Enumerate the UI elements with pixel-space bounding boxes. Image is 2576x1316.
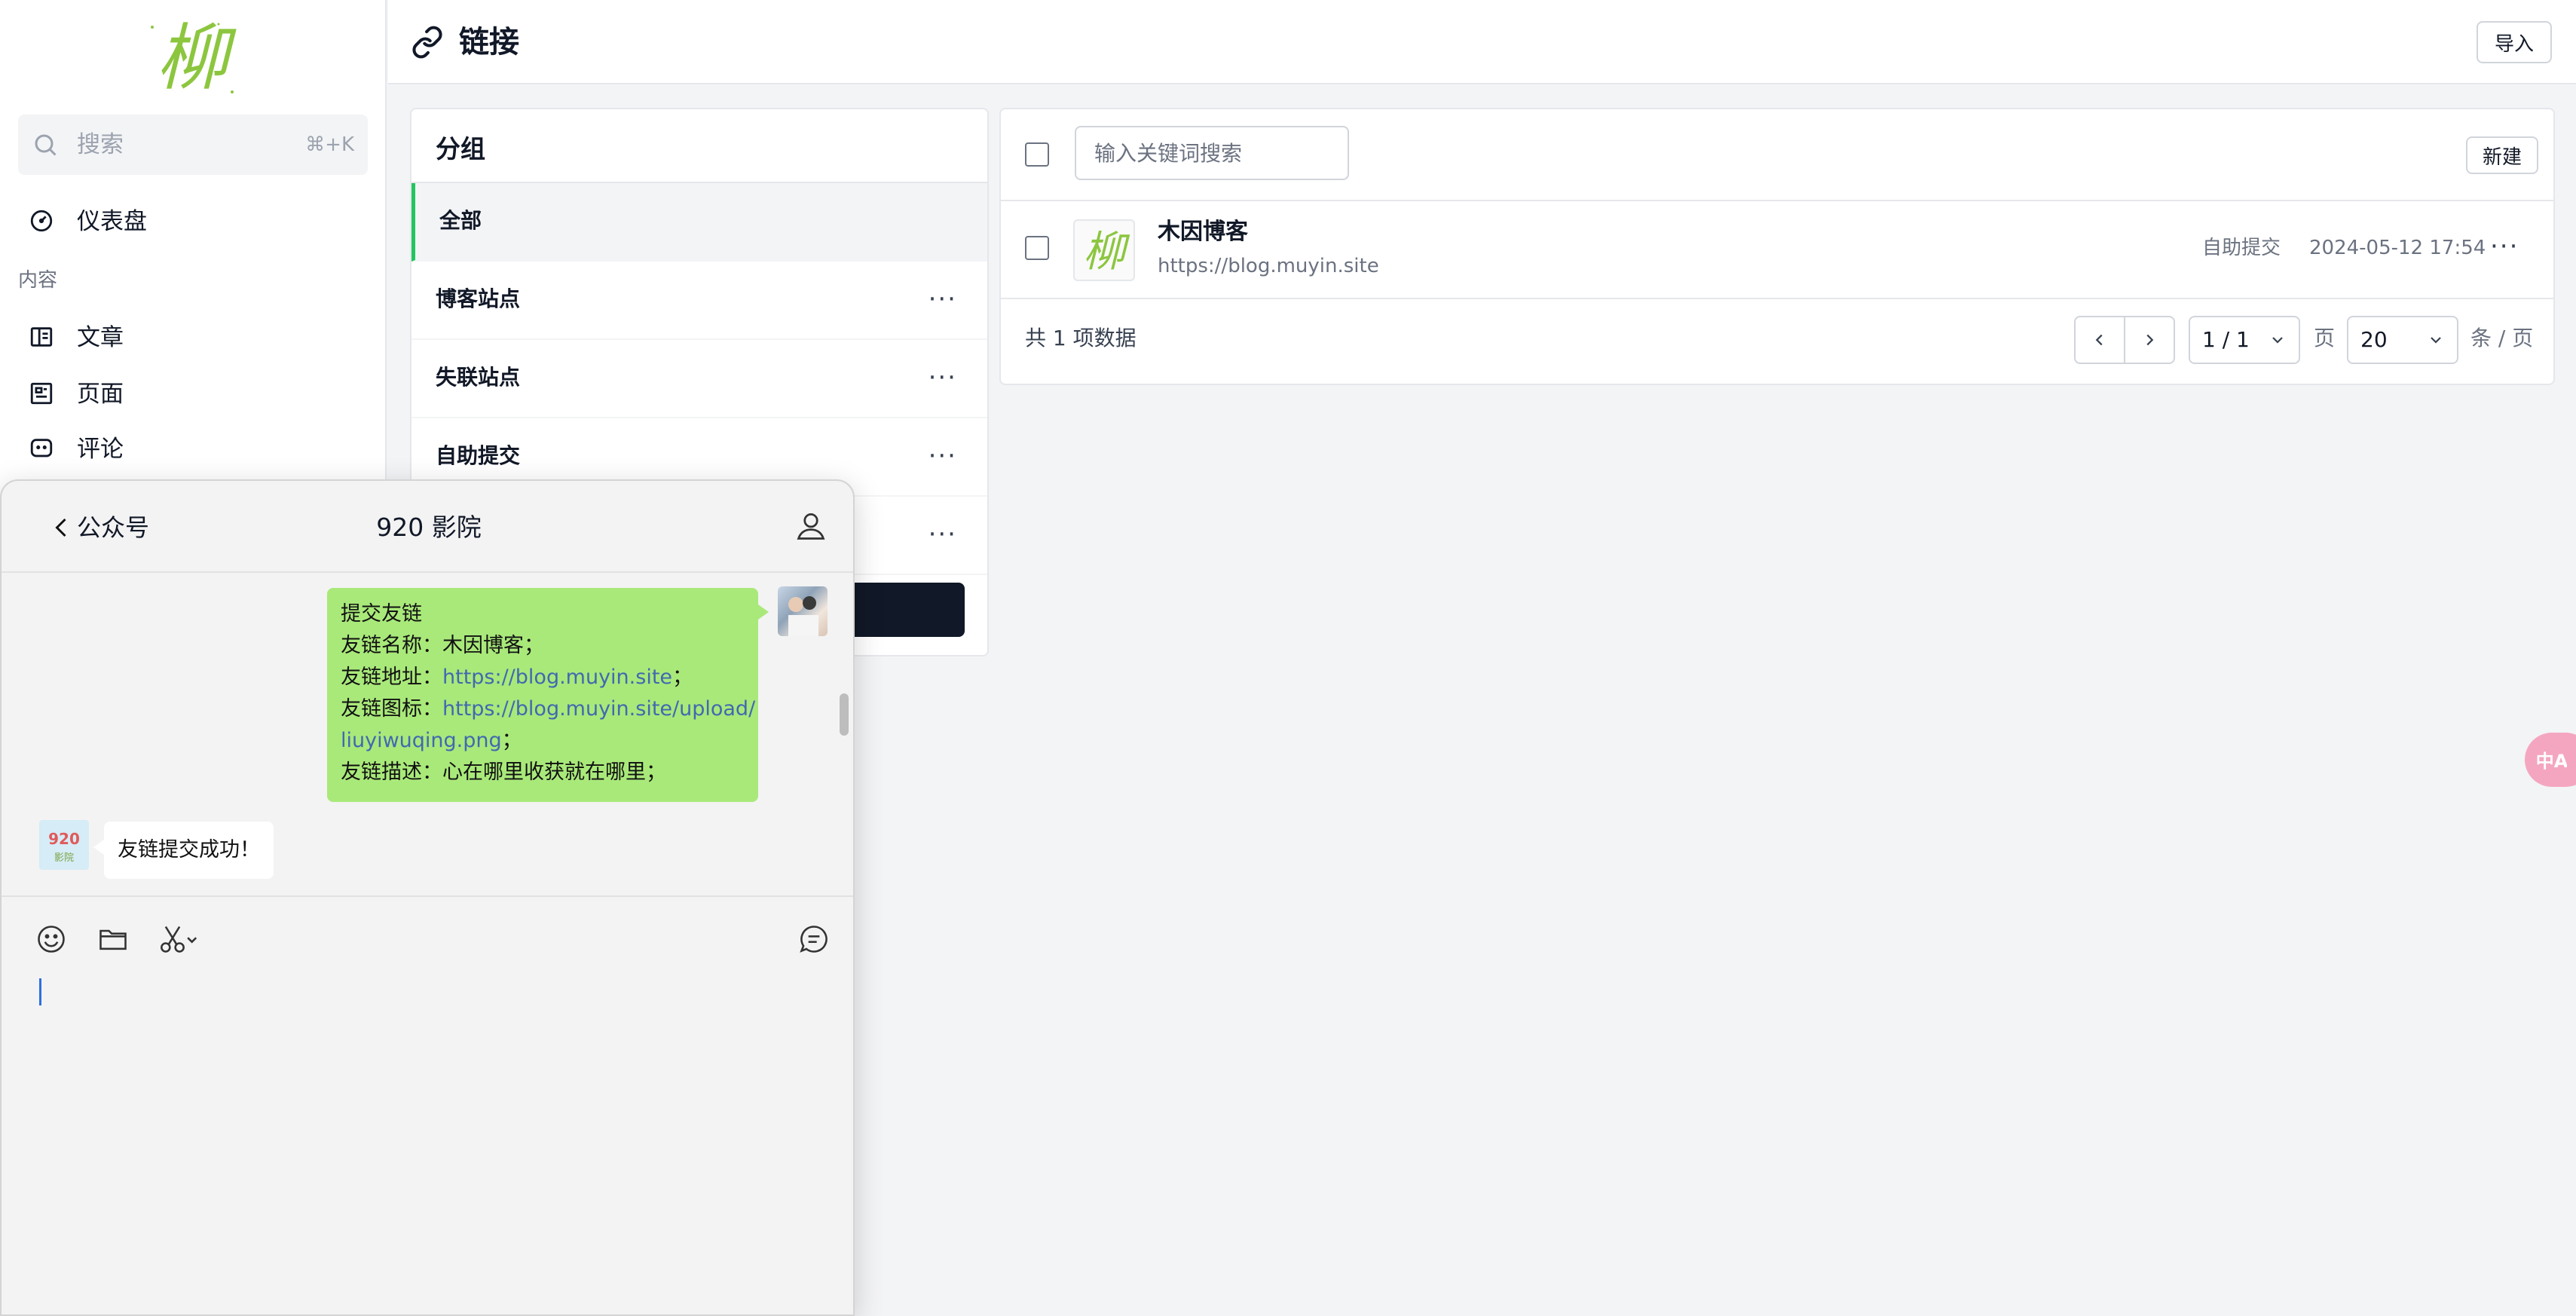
screenshot-scissors-icon[interactable] (157, 923, 205, 956)
comment-icon (29, 436, 54, 461)
nav-label: 评论 (77, 436, 124, 463)
link-logo: 柳 (1073, 219, 1135, 281)
select-all-checkbox[interactable] (1025, 142, 1049, 167)
emoji-icon[interactable] (35, 923, 68, 956)
chevron-down-icon (2269, 331, 2287, 349)
group-label: 博客站点 (436, 286, 521, 311)
link-group: 自助提交 (2202, 237, 2281, 259)
page-header: 链接 (388, 0, 2576, 84)
group-panel-title: 分组 (436, 134, 485, 164)
message-input-caret[interactable] (39, 978, 41, 1005)
link-icon (411, 26, 444, 59)
page-size-value: 20 (2360, 327, 2388, 352)
link-name[interactable]: 木因博客 (1158, 216, 1248, 248)
keyword-search-input[interactable] (1075, 126, 1349, 180)
row-checkbox[interactable] (1025, 236, 1049, 260)
nav-item-pages[interactable]: 页面 (18, 367, 368, 420)
nav-item-posts[interactable]: 文章 (18, 311, 368, 363)
more-icon[interactable]: ··· (929, 441, 957, 471)
divider (1001, 298, 2553, 299)
message-link[interactable]: liuyiwuqing.png (341, 729, 502, 752)
official-account-avatar[interactable]: 920 影院 (39, 820, 89, 870)
wechat-chat-window: 公众号 920 影院 提交友链 友链名称：木因博客； 友链地址：https://… (0, 479, 855, 1316)
page-size-select[interactable]: 20 (2347, 316, 2458, 364)
link-row[interactable]: 柳 木因博客 https://blog.muyin.site 自助提交 2024… (1001, 201, 2553, 298)
total-count: 共 1 项数据 (1025, 326, 1137, 350)
received-message-bubble[interactable]: 友链提交成功！ (93, 822, 274, 879)
my-avatar[interactable] (778, 586, 828, 636)
group-label: 失联站点 (436, 365, 521, 390)
new-link-button[interactable]: 新建 (2466, 136, 2538, 174)
more-icon[interactable]: ··· (2490, 231, 2519, 262)
nav-label: 页面 (77, 381, 124, 408)
chevron-down-icon (2427, 331, 2445, 349)
add-group-button[interactable] (844, 583, 965, 637)
group-item-lost-sites[interactable]: 失联站点 ··· (411, 340, 987, 418)
chevron-right-icon (2141, 332, 2158, 348)
book-icon (29, 324, 54, 350)
chat-header: 公众号 920 影院 (2, 481, 853, 573)
search-shortcut: ⌘+K (305, 133, 354, 156)
nav-section-label: 内容 (18, 269, 58, 292)
dashboard-icon (29, 208, 54, 234)
folder-icon[interactable] (96, 923, 130, 956)
group-label: 全部 (439, 208, 482, 233)
nav-label: 文章 (77, 324, 124, 351)
chat-history-icon[interactable] (797, 923, 831, 956)
profile-icon[interactable] (794, 510, 828, 543)
message-link[interactable]: https://blog.muyin.site/upload/ (442, 697, 755, 721)
page-value: 1 / 1 (2202, 327, 2250, 352)
logo-glyph: 柳 (156, 16, 237, 100)
nav-item-comments[interactable]: 评论 (18, 422, 368, 475)
svg-text:中A: 中A (2537, 751, 2567, 772)
group-label: 自助提交 (436, 443, 521, 468)
message-line: 友链地址：https://blog.muyin.site； (341, 666, 693, 689)
chat-title: 920 影院 (376, 513, 482, 542)
links-panel: 新建 柳 木因博客 https://blog.muyin.site 自助提交 2… (999, 108, 2555, 385)
more-icon[interactable]: ··· (929, 519, 957, 549)
divider (2, 895, 853, 897)
search-icon (32, 131, 59, 158)
more-icon[interactable]: ··· (929, 363, 957, 393)
nav-item-dashboard[interactable]: 仪表盘 (18, 194, 368, 247)
group-item-all[interactable]: 全部 (411, 183, 987, 262)
import-button[interactable]: 导入 (2477, 21, 2552, 63)
page-icon (29, 381, 54, 406)
chat-scrollbar[interactable] (840, 693, 849, 736)
group-item-blog-sites[interactable]: 博客站点 ··· (411, 262, 987, 340)
link-time: 2024-05-12 17:54 (2309, 237, 2486, 259)
prev-page-button[interactable] (2074, 316, 2125, 364)
search-label: 搜索 (77, 131, 124, 158)
site-logo[interactable]: 柳 (143, 14, 241, 103)
more-icon[interactable]: ··· (929, 284, 957, 314)
page-title: 链接 (459, 25, 519, 60)
svg-text:920: 920 (48, 830, 80, 848)
message-link[interactable]: https://blog.muyin.site (442, 666, 672, 689)
translate-icon: 中A (2537, 745, 2567, 775)
next-page-button[interactable] (2124, 316, 2175, 364)
page-size-unit: 条 / 页 (2470, 326, 2534, 350)
search-box[interactable]: 搜索 ⌘+K (18, 115, 368, 175)
chevron-left-icon (2091, 332, 2108, 348)
message-line: liuyiwuqing.png； (341, 729, 522, 752)
message-line: 友链描述：心在哪里收获就在哪里； (341, 761, 666, 784)
message-line: 友链图标：https://blog.muyin.site/upload/ (341, 697, 756, 721)
link-url[interactable]: https://blog.muyin.site (1158, 252, 1379, 280)
nav-label: 仪表盘 (77, 208, 147, 235)
svg-text:柳: 柳 (1083, 228, 1130, 277)
message-line: 友链名称：木因博客； (341, 634, 544, 657)
message-line: 提交友链 (341, 602, 422, 626)
sent-message-bubble[interactable]: 提交友链 友链名称：木因博客； 友链地址：https://blog.muyin.… (327, 588, 769, 802)
svg-text:影院: 影院 (54, 852, 74, 864)
page-select[interactable]: 1 / 1 (2189, 316, 2300, 364)
translate-badge[interactable]: 中A (2525, 733, 2576, 787)
page-unit: 页 (2314, 326, 2336, 350)
